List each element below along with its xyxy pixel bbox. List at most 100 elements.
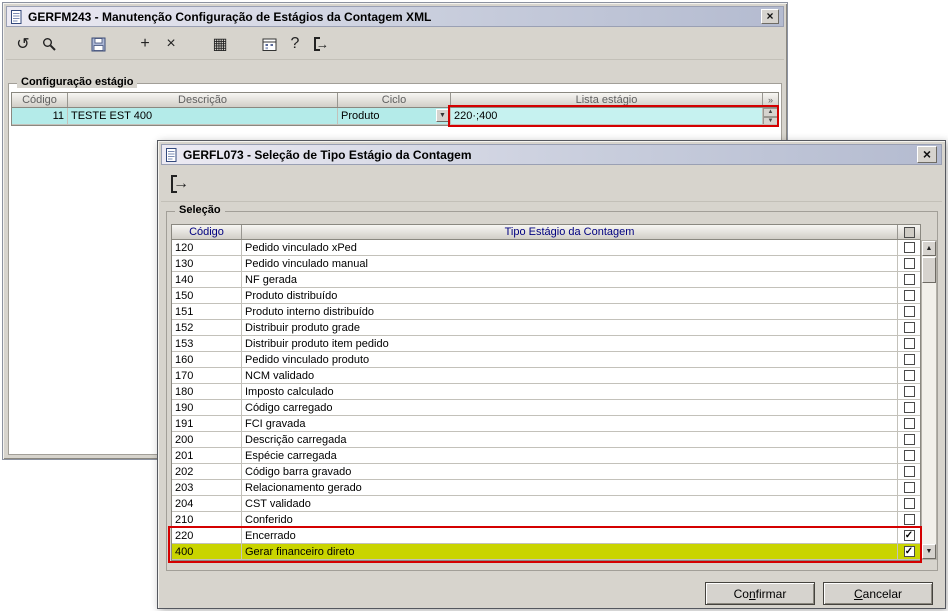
cell-tipo-estagio[interactable]: Pedido vinculado produto	[242, 352, 898, 368]
cell-tipo-estagio[interactable]: Produto interno distribuído	[242, 304, 898, 320]
cell-tipo-estagio[interactable]: NF gerada	[242, 272, 898, 288]
table-row[interactable]: 191 FCI gravada	[172, 416, 920, 432]
column-header-ciclo[interactable]: Ciclo	[338, 93, 451, 107]
row-checkbox[interactable]	[903, 482, 915, 493]
table-row[interactable]: 210 Conferido	[172, 512, 920, 528]
search-icon[interactable]	[38, 33, 60, 55]
table-row[interactable]: 11 TESTE EST 400 Produto ▼ 220·;400 ▲ ▼	[12, 108, 778, 125]
table-row[interactable]: 153 Distribuir produto item pedido	[172, 336, 920, 352]
cell-lista-estagio[interactable]: 220·;400	[451, 108, 763, 125]
cell-codigo[interactable]: 153	[172, 336, 242, 352]
row-checkbox[interactable]	[903, 418, 915, 429]
cell-tipo-estagio[interactable]: Pedido vinculado manual	[242, 256, 898, 272]
exit-icon[interactable]: →	[167, 171, 193, 197]
scrollbar[interactable]: ▲ ▼	[921, 240, 937, 560]
cell-tipo-estagio[interactable]: Produto distribuído	[242, 288, 898, 304]
row-checkbox[interactable]	[903, 386, 915, 397]
confirmar-button[interactable]: Co n firmar	[705, 582, 815, 605]
cell-codigo[interactable]: 201	[172, 448, 242, 464]
add-icon[interactable]: +	[134, 33, 156, 55]
cell-codigo[interactable]: 120	[172, 240, 242, 256]
cell-checkbox[interactable]	[898, 256, 920, 272]
table-row[interactable]: 220 Encerrado ✓	[172, 528, 920, 544]
cell-tipo-estagio[interactable]: Relacionamento gerado	[242, 480, 898, 496]
calendar-icon[interactable]	[258, 33, 280, 55]
row-checkbox[interactable]	[903, 338, 915, 349]
cell-codigo[interactable]: 220	[172, 528, 242, 544]
cell-tipo-estagio[interactable]: Código barra gravado	[242, 464, 898, 480]
cell-codigo[interactable]: 151	[172, 304, 242, 320]
row-checkbox[interactable]: ✓	[903, 530, 915, 541]
cell-checkbox[interactable]	[898, 272, 920, 288]
cell-checkbox[interactable]	[898, 496, 920, 512]
cell-codigo[interactable]: 152	[172, 320, 242, 336]
cell-codigo[interactable]: 140	[172, 272, 242, 288]
cell-codigo[interactable]: 190	[172, 400, 242, 416]
table-row[interactable]: 151 Produto interno distribuído	[172, 304, 920, 320]
cell-codigo[interactable]: 180	[172, 384, 242, 400]
row-checkbox[interactable]	[903, 274, 915, 285]
cell-checkbox[interactable]	[898, 480, 920, 496]
table-row[interactable]: 190 Código carregado	[172, 400, 920, 416]
exit-icon[interactable]: →	[310, 33, 332, 55]
cell-checkbox[interactable]	[898, 400, 920, 416]
cell-ciclo[interactable]: Produto ▼	[338, 108, 451, 125]
column-header-lista-estagio[interactable]: Lista estágio	[451, 93, 763, 107]
cell-checkbox[interactable]: ✓	[898, 528, 920, 544]
dropdown-arrow-icon[interactable]: ▼	[436, 109, 449, 122]
cell-checkbox[interactable]	[898, 240, 920, 256]
delete-icon[interactable]: ×	[160, 33, 182, 55]
cell-checkbox[interactable]	[898, 464, 920, 480]
cell-tipo-estagio[interactable]: Imposto calculado	[242, 384, 898, 400]
row-checkbox[interactable]	[903, 306, 915, 317]
titlebar[interactable]: GERFL073 - Seleção de Tipo Estágio da Co…	[161, 144, 942, 165]
table-row[interactable]: 204 CST validado	[172, 496, 920, 512]
cell-checkbox[interactable]	[898, 288, 920, 304]
cell-codigo[interactable]: 400	[172, 544, 242, 560]
grid-icon[interactable]: ▦	[209, 33, 231, 55]
cell-tipo-estagio[interactable]: Distribuir produto grade	[242, 320, 898, 336]
cell-checkbox[interactable]	[898, 336, 920, 352]
cell-codigo[interactable]: 204	[172, 496, 242, 512]
cell-codigo[interactable]: 11	[12, 108, 68, 125]
table-row[interactable]: 203 Relacionamento gerado	[172, 480, 920, 496]
column-header-checkbox[interactable]	[898, 225, 920, 239]
titlebar[interactable]: GERFM243 - Manutenção Configuração de Es…	[6, 6, 784, 27]
cell-checkbox[interactable]	[898, 448, 920, 464]
cell-descricao[interactable]: TESTE EST 400	[68, 108, 338, 125]
scroll-thumb[interactable]	[922, 257, 936, 283]
table-row[interactable]: 200 Descrição carregada	[172, 432, 920, 448]
cell-codigo[interactable]: 210	[172, 512, 242, 528]
undo-icon[interactable]: ↺	[12, 33, 34, 55]
table-row[interactable]: 140 NF gerada	[172, 272, 920, 288]
cell-checkbox[interactable]	[898, 512, 920, 528]
row-checkbox[interactable]	[903, 258, 915, 269]
table-row[interactable]: 202 Código barra gravado	[172, 464, 920, 480]
cell-tipo-estagio[interactable]: Código carregado	[242, 400, 898, 416]
row-checkbox[interactable]	[903, 242, 915, 253]
table-row[interactable]: 201 Espécie carregada	[172, 448, 920, 464]
cell-tipo-estagio[interactable]: Distribuir produto item pedido	[242, 336, 898, 352]
row-checkbox[interactable]	[903, 402, 915, 413]
cell-tipo-estagio[interactable]: Pedido vinculado xPed	[242, 240, 898, 256]
cell-checkbox[interactable]	[898, 432, 920, 448]
cell-codigo[interactable]: 130	[172, 256, 242, 272]
column-header-codigo[interactable]: Código	[172, 225, 242, 239]
cell-codigo[interactable]: 200	[172, 432, 242, 448]
cell-checkbox[interactable]	[898, 368, 920, 384]
cell-tipo-estagio[interactable]: Descrição carregada	[242, 432, 898, 448]
table-row[interactable]: 400 Gerar financeiro direto ✓	[172, 544, 920, 560]
save-icon[interactable]	[87, 33, 109, 55]
close-button[interactable]: ×	[761, 9, 779, 24]
cell-codigo[interactable]: 170	[172, 368, 242, 384]
row-checkbox[interactable]	[903, 450, 915, 461]
spin-down-icon[interactable]: ▼	[763, 117, 778, 124]
cell-tipo-estagio[interactable]: Conferido	[242, 512, 898, 528]
row-checkbox[interactable]	[903, 322, 915, 333]
cell-checkbox[interactable]	[898, 384, 920, 400]
cell-codigo[interactable]: 203	[172, 480, 242, 496]
row-checkbox[interactable]	[903, 498, 915, 509]
row-checkbox[interactable]	[903, 290, 915, 301]
cell-codigo[interactable]: 160	[172, 352, 242, 368]
cell-checkbox[interactable]	[898, 352, 920, 368]
